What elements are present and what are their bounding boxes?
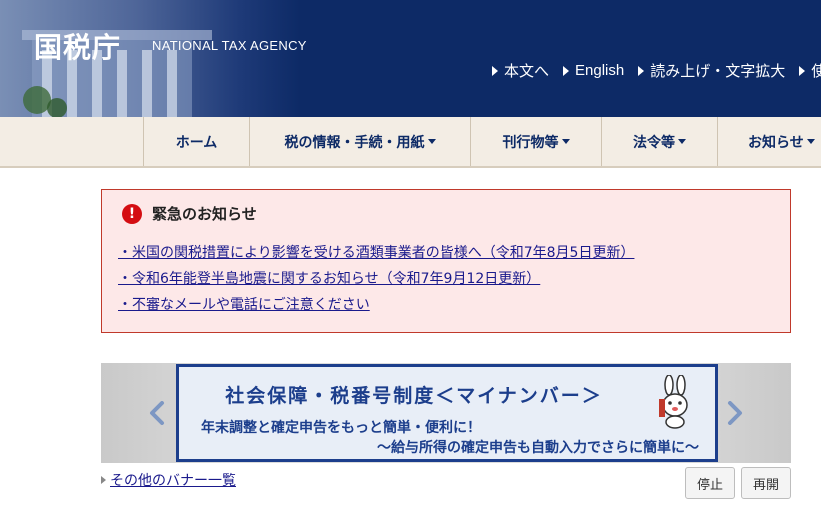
- alert-icon: !: [122, 203, 142, 224]
- nav-news-label: お知らせ: [748, 134, 804, 151]
- read-aloud-link[interactable]: 読み上げ・文字拡大: [638, 60, 785, 81]
- banner-subtitle-2: ～給与所得の確定申告も自動入力でさらに簡単に～: [377, 440, 699, 456]
- skip-to-content-label: 本文へ: [504, 62, 550, 80]
- nav-laws[interactable]: 法令等: [601, 117, 717, 166]
- triangle-right-icon: [563, 65, 570, 76]
- emergency-notice: ! 緊急のお知らせ ・米国の関税措置により影響を受ける酒類事業者の皆様へ（令和7…: [101, 189, 791, 333]
- triangle-right-icon: [799, 65, 806, 76]
- nav-publications[interactable]: 刊行物等: [470, 117, 601, 166]
- read-aloud-label: 読み上げ・文字拡大: [650, 62, 786, 80]
- other-banners-link[interactable]: その他のバナー一覧: [101, 470, 236, 490]
- nav-tax-info[interactable]: 税の情報・手続・用紙: [249, 117, 470, 166]
- nav-news[interactable]: お知らせ: [717, 117, 821, 166]
- other-banners-label: その他のバナー一覧: [110, 473, 236, 489]
- caret-down-icon: [561, 139, 570, 144]
- usage-link[interactable]: 使: [799, 60, 821, 81]
- chevron-left-icon[interactable]: [149, 401, 165, 425]
- english-link[interactable]: English: [563, 60, 624, 81]
- triangle-right-icon: [101, 476, 106, 484]
- stop-button[interactable]: 停止: [685, 467, 735, 499]
- nav-laws-label: 法令等: [633, 134, 675, 151]
- site-logo-english: NATIONAL TAX AGENCY: [152, 38, 307, 53]
- site-logo[interactable]: 国税庁: [34, 26, 121, 66]
- notice-link-suspicious[interactable]: ・不審なメールや電話にご注意ください: [118, 294, 370, 314]
- banner-carousel: 社会保障・税番号制度＜マイナンバー＞ 年末調整と確定申告をもっと簡単・便利に！ …: [101, 363, 791, 463]
- caret-down-icon: [678, 139, 686, 144]
- nav-home[interactable]: ホーム: [143, 117, 249, 166]
- banner-subtitle-1: 年末調整と確定申告をもっと簡単・便利に！: [201, 420, 481, 436]
- caret-down-icon: [806, 139, 815, 144]
- resume-button[interactable]: 再開: [741, 467, 791, 499]
- notice-link-tariff[interactable]: ・米国の関税措置により影響を受ける酒類事業者の皆様へ（令和7年8月5日更新）: [118, 242, 634, 262]
- notice-header: ! 緊急のお知らせ: [122, 203, 257, 224]
- mascot-icon: [659, 375, 688, 429]
- banner-title: 社会保障・税番号制度＜マイナンバー＞: [225, 385, 603, 407]
- nav-publications-label: 刊行物等: [502, 134, 559, 151]
- skip-to-content-link[interactable]: 本文へ: [492, 60, 549, 81]
- utility-links: 本文へ English 読み上げ・文字拡大 使: [492, 60, 821, 81]
- notice-title: 緊急のお知らせ: [152, 205, 257, 223]
- nav-home-label: ホーム: [175, 134, 218, 151]
- nav-tax-info-label: 税の情報・手続・用紙: [284, 134, 425, 151]
- english-label: English: [575, 62, 625, 79]
- triangle-right-icon: [492, 65, 498, 76]
- usage-label: 使: [811, 62, 821, 80]
- site-header: 国税庁 NATIONAL TAX AGENCY 本文へ English 読み上げ…: [0, 0, 821, 117]
- triangle-right-icon: [638, 65, 645, 76]
- notice-link-earthquake[interactable]: ・令和6年能登半島地震に関するお知らせ（令和7年9月12日更新）: [118, 268, 540, 288]
- caret-down-icon: [427, 139, 436, 144]
- chevron-right-icon[interactable]: [727, 401, 743, 425]
- mynumber-banner[interactable]: 社会保障・税番号制度＜マイナンバー＞ 年末調整と確定申告をもっと簡単・便利に！ …: [176, 364, 718, 462]
- global-nav: ホーム 税の情報・手続・用紙 刊行物等 法令等 お知らせ: [0, 117, 821, 168]
